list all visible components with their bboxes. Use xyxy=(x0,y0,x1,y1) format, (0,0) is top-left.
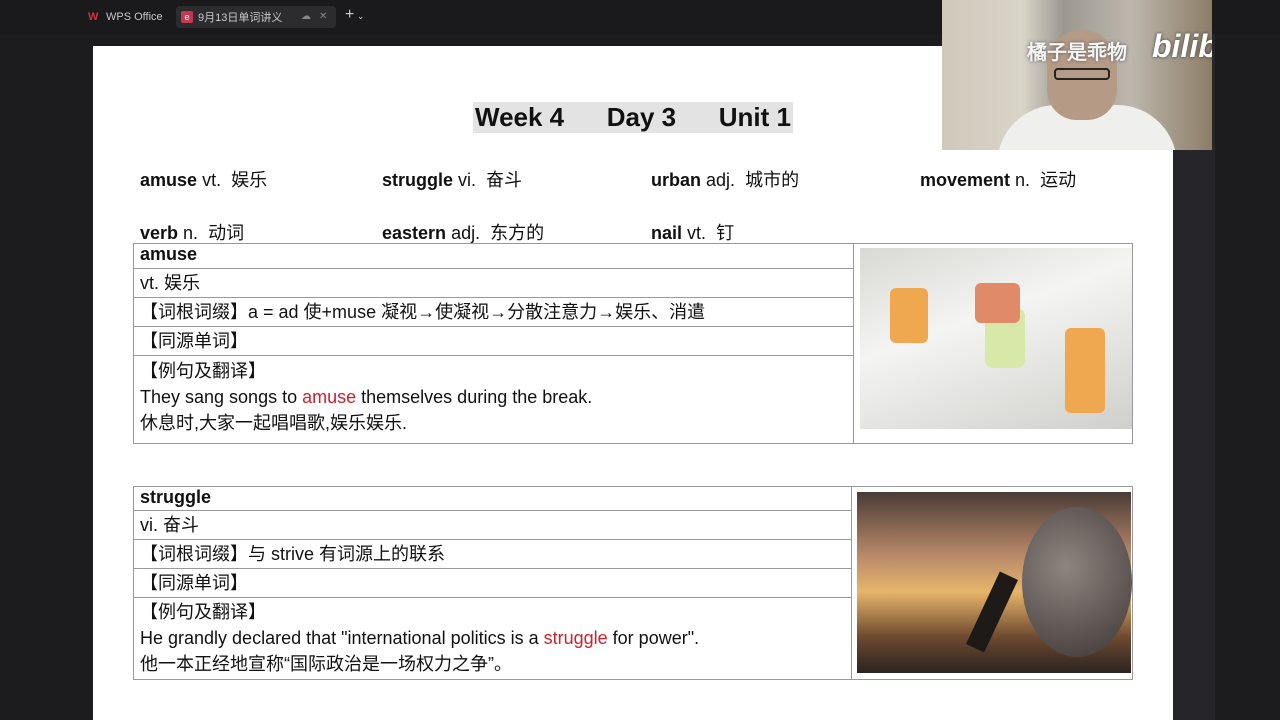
word-item: urban adj. 城市的 xyxy=(651,170,800,190)
card-roots: 【词根词缀】与 strive 有词源上的联系 xyxy=(133,539,852,569)
word-card-struggle: struggle vi. 奋斗 【词根词缀】与 strive 有词源上的联系 【… xyxy=(133,486,1133,680)
example-sentence: They sang songs to amuse themselves duri… xyxy=(140,387,593,407)
card-example: 【例句及翻译】 He grandly declared that "intern… xyxy=(133,597,852,680)
webcam-overlay: 橘子是乖物 bilibili xyxy=(942,0,1212,150)
word-item: struggle vi. 奋斗 xyxy=(382,170,523,190)
image-cell xyxy=(851,486,1133,680)
card-example: 【例句及翻译】 They sang songs to amuse themsel… xyxy=(133,355,854,444)
unit-label: Unit 1 xyxy=(718,102,791,132)
card-cognates: 【同源单词】 xyxy=(133,326,854,356)
card-cognates: 【同源单词】 xyxy=(133,568,852,598)
word-item: nail vt. 钉 xyxy=(651,223,735,243)
example-sentence: He grandly declared that "international … xyxy=(140,628,700,648)
word-item: amuse vt. 娱乐 xyxy=(140,170,268,190)
tab-label: 9月13日单词讲义 xyxy=(198,12,283,24)
word-item: movement n. 运动 xyxy=(920,170,1077,190)
example-label: 【例句及翻译】 xyxy=(140,602,266,622)
streamer-watermark: 橘子是乖物 xyxy=(1027,42,1127,64)
word-item: eastern adj. 东方的 xyxy=(382,223,545,243)
card-roots: 【词根词缀】a = ad 使+muse 凝视→使凝视→分散注意力→娱乐、消遣 xyxy=(133,297,854,327)
card-definition: vi. 奋斗 xyxy=(133,510,852,540)
tab-document[interactable]: e 9月13日单词讲义 ☁ ✕ xyxy=(176,6,336,28)
example-label: 【例句及翻译】 xyxy=(140,361,266,381)
week-label: Week 4 xyxy=(475,102,565,132)
tab-wps-office[interactable]: W WPS Office xyxy=(88,8,163,26)
day-label: Day 3 xyxy=(606,102,677,132)
cloud-icon[interactable]: ☁ xyxy=(301,11,311,22)
image-cell xyxy=(853,243,1133,444)
tab-label: WPS Office xyxy=(106,11,163,23)
food-image xyxy=(860,248,1132,429)
wps-logo-icon: W xyxy=(88,10,99,23)
card-word: struggle xyxy=(133,486,852,511)
document-icon: e xyxy=(181,11,193,23)
card-definition: vt. 娱乐 xyxy=(133,268,854,298)
word-item: verb n. 动词 xyxy=(140,223,245,243)
plus-icon: + xyxy=(345,6,355,23)
close-tab-icon[interactable]: ✕ xyxy=(319,11,327,22)
boulder-image xyxy=(857,492,1132,673)
page-title: Week 4 Day 3 Unit 1 xyxy=(473,102,793,133)
word-card-amuse: amuse vt. 娱乐 【词根词缀】a = ad 使+muse 凝视→使凝视→… xyxy=(133,243,1133,444)
card-word: amuse xyxy=(133,243,854,269)
example-translation: 他一本正经地宣称“国际政治是一场权力之争”。 xyxy=(140,654,512,674)
bilibili-logo: bilibili xyxy=(1152,28,1212,64)
new-tab-button[interactable]: + ⌄ xyxy=(345,6,364,24)
example-translation: 休息时,大家一起唱唱歌,娱乐娱乐. xyxy=(140,413,408,433)
